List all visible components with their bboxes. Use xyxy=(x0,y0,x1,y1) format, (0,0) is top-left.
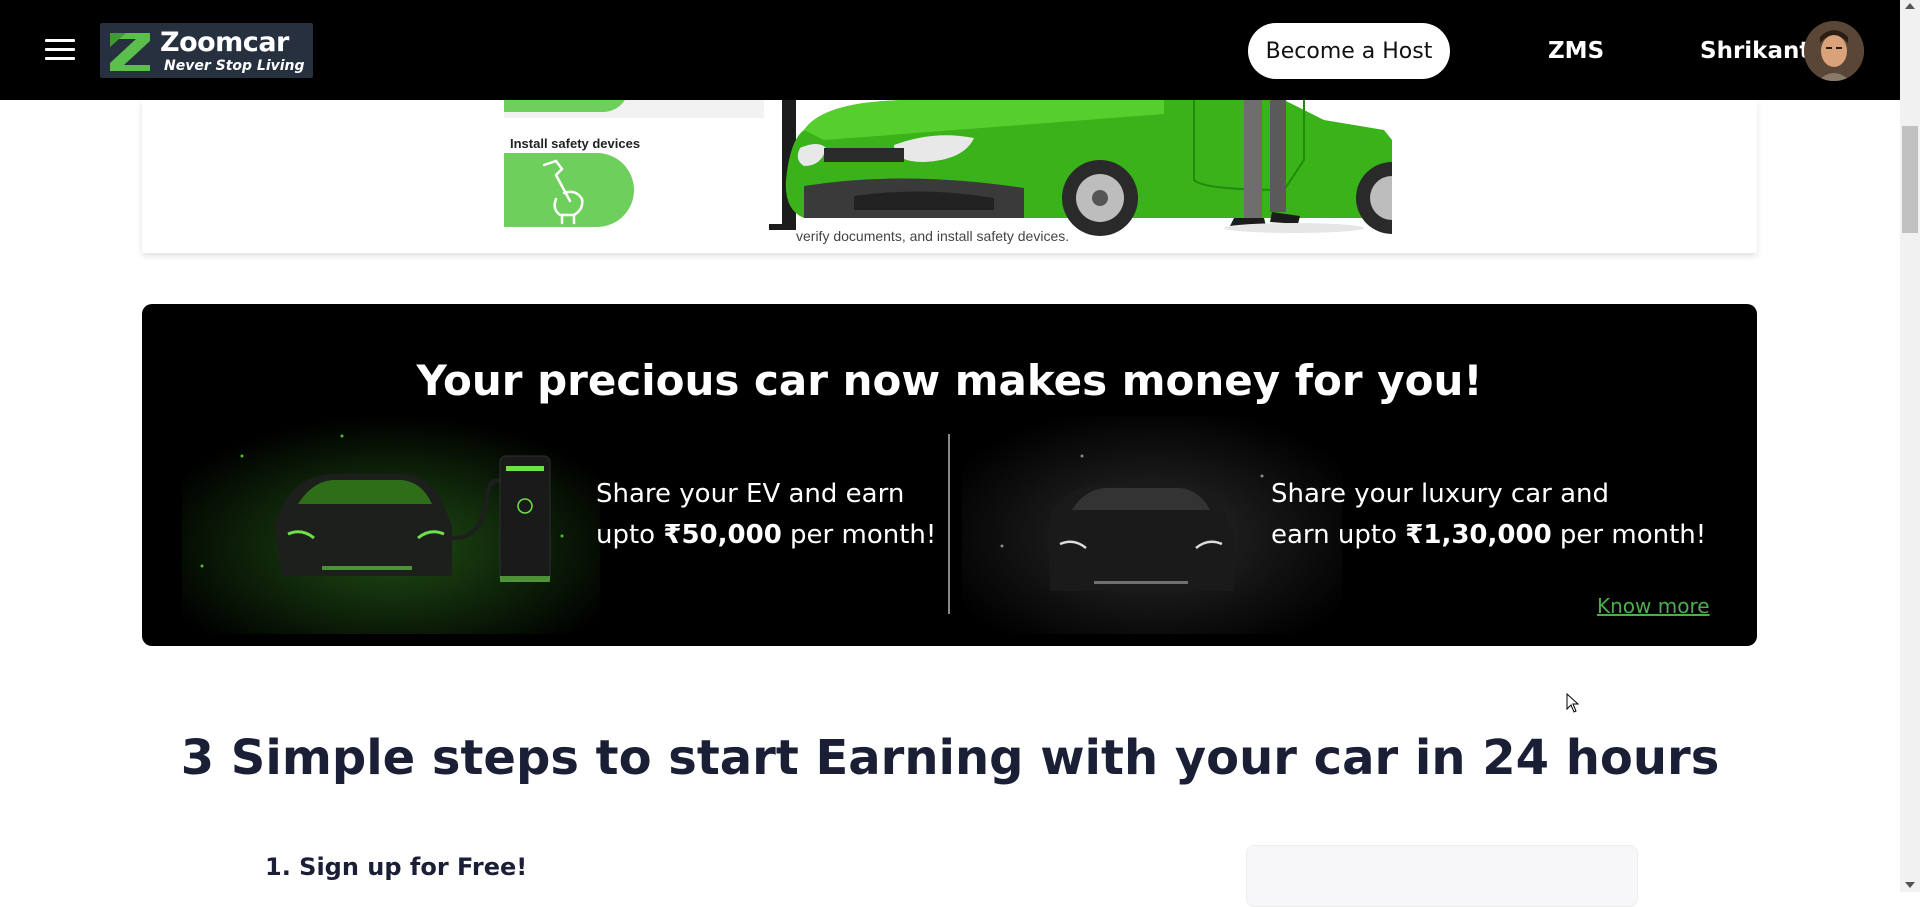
luxury-offer-suffix: per month! xyxy=(1551,520,1707,550)
zoomcar-logo[interactable]: Zoomcar Never Stop Living xyxy=(100,23,313,78)
become-host-button[interactable]: Become a Host xyxy=(1248,23,1450,79)
ev-car-image xyxy=(182,416,600,634)
hamburger-icon[interactable] xyxy=(45,39,75,61)
scroll-thumb[interactable] xyxy=(1902,126,1918,233)
scroll-down-arrow-icon[interactable] xyxy=(1905,882,1915,888)
illustration-caption: verify documents, and install safety dev… xyxy=(796,228,1070,244)
luxury-offer-prefix: earn upto xyxy=(1271,520,1406,550)
luxury-offer-text: Share your luxury car and earn upto ₹1,3… xyxy=(1271,474,1706,556)
illustration: Install safety devices verify documents,… xyxy=(504,100,1392,245)
steps-side-card xyxy=(1246,845,1638,907)
ev-offer-amount: ₹50,000 xyxy=(663,520,782,550)
zms-link[interactable]: ZMS xyxy=(1548,38,1604,64)
user-photo-icon xyxy=(1804,21,1864,81)
ev-offer-line2: upto ₹50,000 per month! xyxy=(596,515,936,556)
top-navbar: Zoomcar Never Stop Living Become a Host … xyxy=(0,0,1900,100)
steps-heading: 3 Simple steps to start Earning with you… xyxy=(180,730,1720,786)
luxury-offer-line1: Share your luxury car and xyxy=(1271,479,1610,509)
scroll-up-arrow-icon[interactable] xyxy=(1905,3,1915,9)
banner-divider xyxy=(948,434,950,614)
page-scrollbar[interactable] xyxy=(1900,0,1920,892)
car-illustration xyxy=(764,100,1392,245)
brand-name: Zoomcar xyxy=(160,26,289,58)
avatar[interactable] xyxy=(1804,21,1864,81)
mouse-cursor-icon xyxy=(1566,693,1580,713)
step-1-title: 1. Sign up for Free! xyxy=(265,853,528,881)
illustration-tile-top xyxy=(504,100,629,112)
install-safety-label: Install safety devices xyxy=(510,136,641,151)
ev-offer-line1: Share your EV and earn xyxy=(596,479,905,509)
banner-title: Your precious car now makes money for yo… xyxy=(416,356,1483,405)
install-safety-tile xyxy=(504,153,634,227)
zoomcar-z-icon xyxy=(110,32,150,71)
how-it-works-illustration-card: Install safety devices verify documents,… xyxy=(142,100,1757,253)
earn-banner: Your precious car now makes money for yo… xyxy=(142,304,1757,646)
luxury-offer-line2: earn upto ₹1,30,000 per month! xyxy=(1271,515,1706,556)
brand-tagline: Never Stop Living xyxy=(164,57,305,74)
luxury-offer-amount: ₹1,30,000 xyxy=(1405,520,1552,550)
wrench-hand-icon xyxy=(542,159,584,225)
ev-offer-suffix: per month! xyxy=(781,520,937,550)
ev-offer-prefix: upto xyxy=(596,520,664,550)
ev-offer-text: Share your EV and earn upto ₹50,000 per … xyxy=(596,474,936,556)
user-name[interactable]: Shrikant xyxy=(1700,38,1810,64)
know-more-link[interactable]: Know more xyxy=(1597,594,1710,618)
